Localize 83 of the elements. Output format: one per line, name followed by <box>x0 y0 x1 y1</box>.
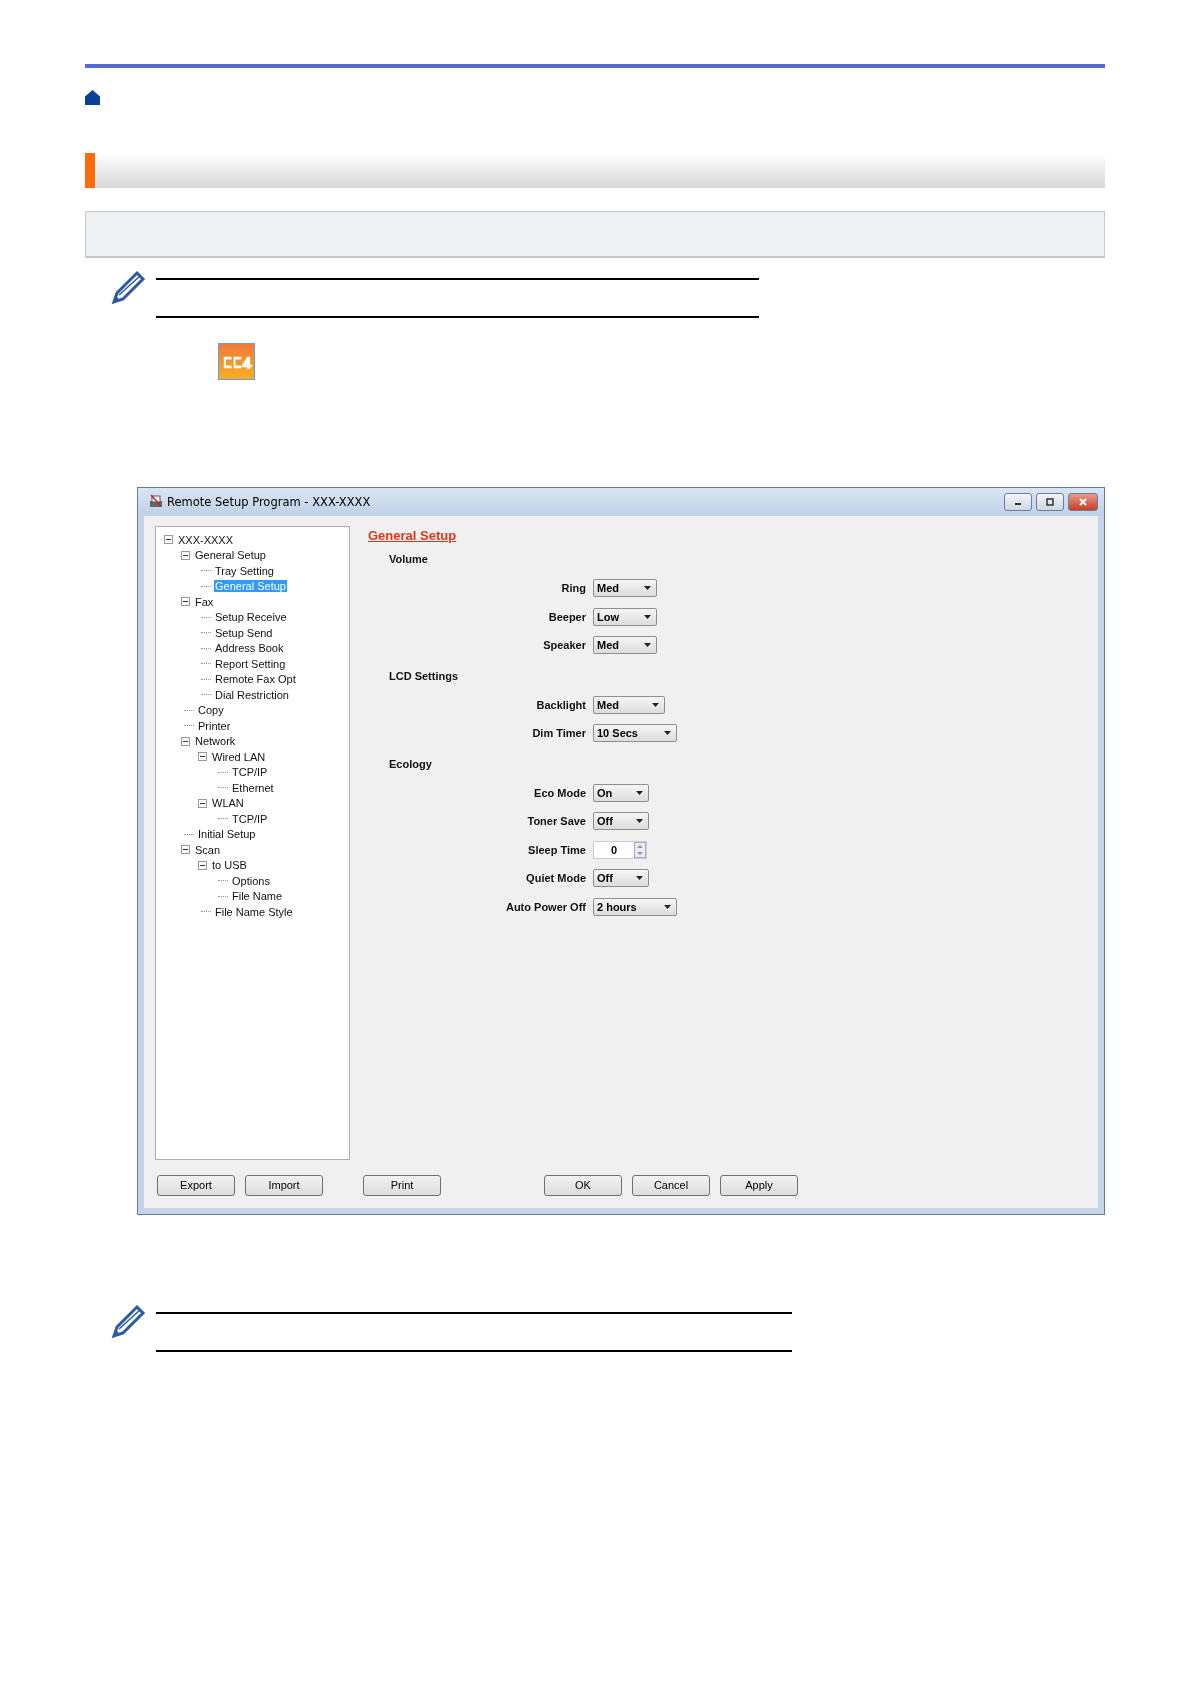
dialog-button[interactable]: Export <box>157 1174 235 1196</box>
tree-item[interactable]: Setup Receive <box>214 611 288 624</box>
tree-item[interactable]: General Setup <box>194 549 267 562</box>
dropdown[interactable]: Off <box>593 869 649 888</box>
collapse-icon[interactable] <box>181 550 190 560</box>
setting-label: Eco Mode <box>533 786 587 799</box>
app-icon <box>218 343 255 380</box>
dialog-button[interactable]: Import <box>245 1174 323 1196</box>
dropdown-arrow-icon <box>644 643 651 648</box>
close-button[interactable] <box>1068 493 1098 511</box>
tree-item[interactable]: Copy <box>197 704 225 717</box>
dropdown[interactable]: Med <box>593 695 665 714</box>
home-icon[interactable] <box>85 90 100 105</box>
tree-item[interactable]: Address Book <box>214 642 285 655</box>
maximize-icon <box>1045 497 1055 507</box>
tree-item[interactable]: Printer <box>197 719 232 732</box>
group-heading: Ecology <box>389 757 432 770</box>
tree-item[interactable]: Options <box>231 874 271 887</box>
dropdown-arrow-icon <box>636 790 643 795</box>
dialog-button[interactable]: OK <box>544 1174 622 1196</box>
tree-item[interactable]: Setup Send <box>214 626 274 639</box>
minimize-button[interactable] <box>1004 493 1032 511</box>
close-icon <box>1078 497 1088 507</box>
dropdown-arrow-icon <box>644 614 651 619</box>
panel-heading: General Setup <box>368 528 457 543</box>
setting-label: Backlight <box>535 698 587 711</box>
tree-item[interactable]: Network <box>194 735 237 748</box>
collapse-icon[interactable] <box>164 535 173 545</box>
number-spinner[interactable]: 0 <box>593 840 647 859</box>
collapse-icon[interactable] <box>181 845 190 855</box>
printer-icon <box>148 494 164 510</box>
dropdown[interactable]: Off <box>593 812 649 831</box>
collapse-icon[interactable] <box>198 752 207 762</box>
setting-label: Ring <box>560 582 587 595</box>
dropdown-arrow-icon <box>644 586 651 591</box>
maximize-button[interactable] <box>1036 493 1064 511</box>
collapse-icon[interactable] <box>181 597 190 607</box>
setting-label: Beeper <box>547 610 587 623</box>
dialog-button[interactable]: Apply <box>720 1174 798 1196</box>
tree-item[interactable]: XXX-XXXX <box>177 533 235 546</box>
tree-item[interactable]: TCP/IP <box>231 812 269 825</box>
tree-item[interactable]: to USB <box>211 859 248 872</box>
window-title: Remote Setup Program - XXX-XXXX <box>167 495 371 509</box>
group-heading: Volume <box>389 553 428 565</box>
spinner-arrows-icon <box>634 841 646 858</box>
collapse-icon[interactable] <box>198 860 207 870</box>
pencil-icon <box>110 270 146 306</box>
dropdown-arrow-icon <box>636 819 643 824</box>
tree-item[interactable]: Wired LAN <box>211 750 267 763</box>
dropdown-arrow-icon <box>636 876 643 881</box>
tree-item[interactable]: Initial Setup <box>197 828 257 841</box>
tree-item[interactable]: Dial Restriction <box>214 688 290 701</box>
dialog-button[interactable]: Cancel <box>632 1174 710 1196</box>
dropdown[interactable]: 10 Secs <box>593 724 677 743</box>
tree-item[interactable]: Tray Setting <box>214 564 275 577</box>
dropdown[interactable]: Med <box>593 636 657 655</box>
setting-label: Sleep Time <box>527 843 587 856</box>
tree-item[interactable]: WLAN <box>211 797 245 810</box>
group-heading: LCD Settings <box>389 669 459 682</box>
tree-item[interactable]: Scan <box>194 843 222 856</box>
setting-label: Dim Timer <box>531 727 587 740</box>
dropdown-arrow-icon <box>664 731 671 736</box>
tree-item[interactable]: Fax <box>194 595 215 608</box>
setting-label: Auto Power Off <box>504 900 587 913</box>
tree-item[interactable]: Remote Fax Opt <box>214 673 297 686</box>
setting-label: Speaker <box>542 639 587 652</box>
setting-label: Quiet Mode <box>525 872 587 885</box>
dropdown-arrow-icon <box>664 904 671 909</box>
collapse-icon[interactable] <box>181 736 190 746</box>
collapse-icon[interactable] <box>198 798 207 808</box>
dropdown-arrow-icon <box>652 702 659 707</box>
tree-item[interactable]: Report Setting <box>214 657 287 670</box>
tree-item[interactable]: File Name Style <box>214 905 294 918</box>
dropdown[interactable]: On <box>593 783 649 802</box>
dialog-button[interactable]: Print <box>363 1174 441 1196</box>
dropdown[interactable]: 2 hours <box>593 897 677 916</box>
dropdown[interactable]: Low <box>593 607 657 626</box>
pencil-icon <box>110 1304 146 1340</box>
tree-item[interactable]: Ethernet <box>231 781 275 794</box>
tree-item[interactable]: File Name <box>231 890 284 903</box>
setting-label: Toner Save <box>526 815 587 828</box>
dropdown[interactable]: Med <box>593 579 657 598</box>
tree-item[interactable]: TCP/IP <box>231 766 269 779</box>
